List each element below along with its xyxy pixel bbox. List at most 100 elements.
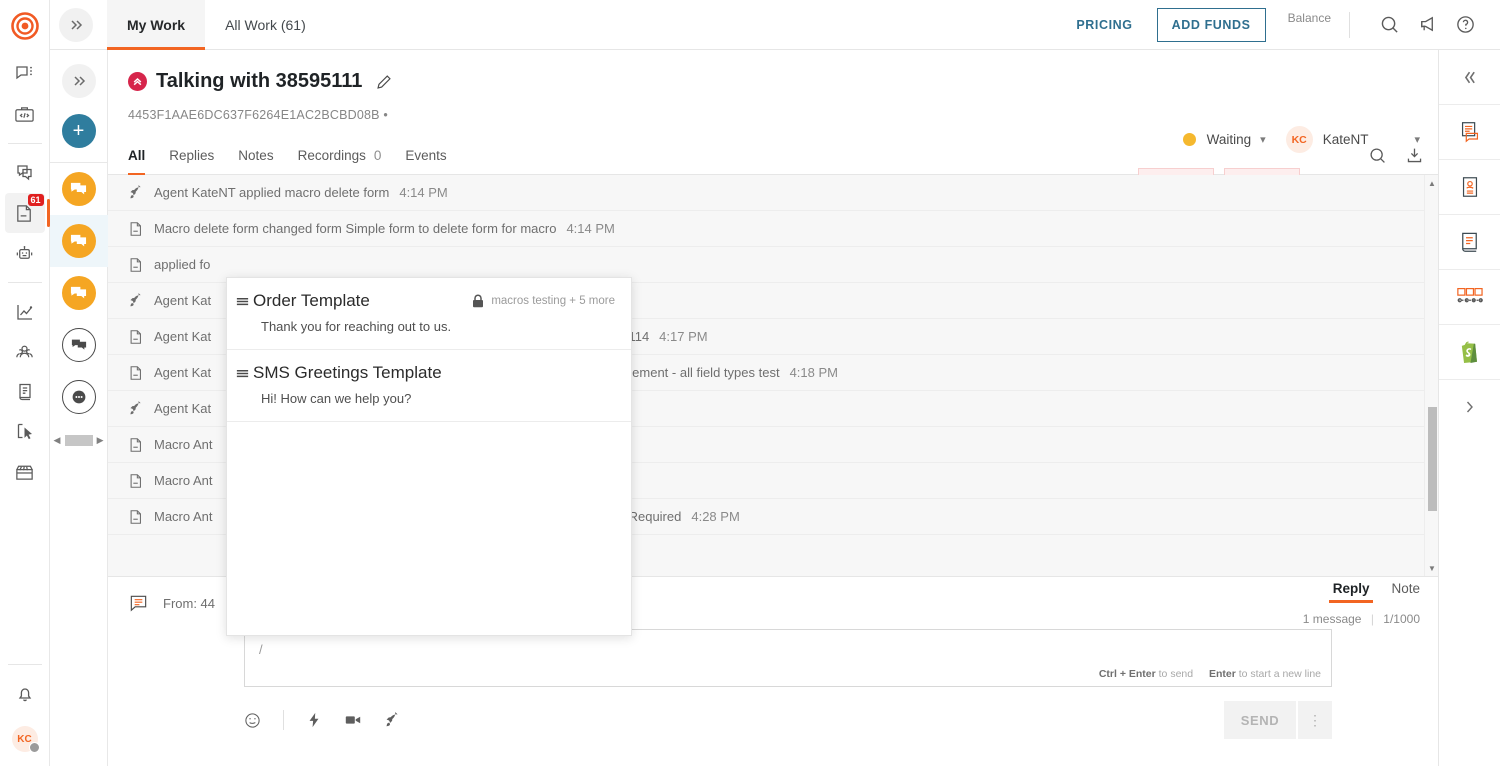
pencil-edit-icon[interactable]	[375, 73, 393, 91]
conversation-item[interactable]	[50, 319, 108, 371]
collapse-right-panel-button[interactable]	[1439, 50, 1500, 104]
conversation-item[interactable]	[50, 267, 108, 319]
sidebar-item-storefront[interactable]	[5, 452, 45, 492]
sidebar-item-chat[interactable]	[5, 54, 45, 94]
assignee-name[interactable]: KateNT	[1323, 132, 1369, 147]
conversation-bubble-icon	[62, 276, 96, 310]
pricing-button[interactable]: PRICING	[1068, 18, 1140, 32]
character-count: 1/1000	[1383, 612, 1420, 626]
conversation-details-icon[interactable]	[1439, 105, 1500, 159]
sidebar-item-developer[interactable]	[5, 94, 45, 134]
composer-mode: Reply Note 1 message | 1/1000	[1303, 581, 1420, 626]
app-logo-icon[interactable]	[11, 12, 39, 40]
message-input[interactable]: / Ctrl + Enter to send Enter to start a …	[244, 629, 1332, 687]
message-count: 1 message	[1303, 612, 1362, 626]
macro-item[interactable]: Order Template macros testing + 5 more T…	[227, 278, 631, 350]
lock-icon	[472, 294, 484, 308]
tab-all-work-label: All Work (61)	[225, 17, 306, 33]
announcement-icon[interactable]	[1410, 8, 1444, 42]
scroll-down-arrow-icon[interactable]: ▼	[1427, 562, 1437, 574]
scroll-thumb[interactable]	[65, 435, 93, 446]
sidebar-item-knowledge-base[interactable]	[5, 372, 45, 412]
log-text: Macro Ant	[154, 437, 213, 452]
hint-newline-key: Enter	[1209, 668, 1236, 680]
hint-send-key: Ctrl + Enter	[1099, 668, 1156, 680]
knowledge-book-icon[interactable]	[1439, 215, 1500, 269]
tab-note[interactable]: Note	[1391, 581, 1420, 603]
macro-rocket-icon[interactable]	[384, 712, 400, 728]
log-row[interactable]: Macro delete form changed form Simple fo…	[108, 211, 1424, 247]
scroll-right-arrow-icon[interactable]: ▶	[97, 435, 104, 446]
sidebar-item-contacts[interactable]	[5, 332, 45, 372]
macro-item[interactable]: SMS Greetings Template Hi! How can we he…	[227, 350, 631, 422]
log-text: Macro Ant	[154, 509, 213, 524]
sidebar-item-inbox[interactable]: 61	[5, 193, 45, 233]
nav-group-tools	[0, 292, 49, 492]
assignee-chevron-down-icon[interactable]: ▾	[1414, 133, 1420, 146]
conversation-item[interactable]	[50, 371, 108, 423]
app-root: 61	[0, 0, 1500, 766]
tab-notes[interactable]: Notes	[238, 137, 273, 175]
log-time: 4:18 PM	[790, 365, 838, 380]
contact-card-icon[interactable]	[1439, 160, 1500, 214]
emoji-icon[interactable]	[244, 712, 261, 729]
more-vertical-icon[interactable]: ⋮	[1298, 701, 1332, 739]
meta-divider: |	[1371, 612, 1374, 626]
conversation-rail-expand-button[interactable]	[62, 64, 96, 98]
conversation-item-selected[interactable]	[50, 215, 108, 267]
expand-right-panel-button[interactable]	[1439, 380, 1500, 434]
tab-replies[interactable]: Replies	[169, 137, 214, 175]
conversation-rail: +	[50, 50, 108, 766]
nav-divider-2	[8, 282, 42, 283]
conversation-bubble-icon	[62, 224, 96, 258]
shopify-icon[interactable]	[1439, 325, 1500, 379]
message-input-value: /	[259, 642, 263, 657]
status-chevron-down-icon[interactable]: ▾	[1260, 133, 1266, 146]
top-bar-divider	[1349, 12, 1350, 38]
new-conversation-button[interactable]: +	[62, 114, 96, 148]
journey-timeline-icon[interactable]	[1439, 270, 1500, 324]
status-badge[interactable]: Waiting	[1207, 132, 1252, 147]
macro-name: SMS Greetings Template	[253, 363, 442, 383]
composer-actions: SEND ⋮	[1224, 701, 1332, 739]
sidebar-item-bot[interactable]	[5, 233, 45, 273]
conversation-item[interactable]	[50, 163, 108, 215]
tab-events[interactable]: Events	[405, 137, 446, 175]
tab-recordings[interactable]: Recordings 0	[298, 137, 382, 175]
top-bar: My Work All Work (61) PRICING ADD FUNDS …	[50, 0, 1500, 50]
send-button[interactable]: SEND	[1224, 701, 1296, 739]
log-text: Agent KateNT applied macro delete form	[154, 185, 389, 200]
scroll-up-arrow-icon[interactable]: ▲	[1427, 177, 1437, 189]
conversation-reference-id: 4453F1AAE6DC637F6264E1AC2BCBD08B •	[128, 108, 1438, 122]
tab-all-work[interactable]: All Work (61)	[205, 0, 326, 50]
macro-icon	[128, 329, 150, 345]
tab-notes-label: Notes	[238, 148, 273, 163]
tab-my-work[interactable]: My Work	[107, 0, 205, 50]
conversation-rail-scrollbar[interactable]: ◀ ▶	[54, 433, 104, 447]
macro-icon	[128, 473, 150, 489]
notification-bell-icon[interactable]	[5, 674, 45, 714]
search-icon[interactable]	[1372, 8, 1406, 42]
log-row[interactable]: Agent KateNT applied macro delete form 4…	[108, 175, 1424, 211]
activity-log-scrollbar[interactable]: ▲ ▼	[1424, 175, 1438, 576]
sidebar-item-conversations[interactable]	[5, 153, 45, 193]
hint-send-text: to send	[1159, 668, 1193, 680]
sidebar-item-cursor-select[interactable]	[5, 412, 45, 452]
expand-nav-button[interactable]	[59, 8, 93, 42]
sidebar-item-analytics[interactable]	[5, 292, 45, 332]
scroll-left-arrow-icon[interactable]: ◀	[54, 435, 61, 446]
nav-divider-1	[8, 143, 42, 144]
scroll-thumb[interactable]	[1428, 407, 1437, 511]
composer-from[interactable]: From: 44	[128, 593, 215, 614]
macro-preview-text: Thank you for reaching out to us.	[261, 319, 615, 334]
balance-label: Balance	[1288, 11, 1331, 25]
tab-all[interactable]: All	[128, 137, 145, 175]
quick-action-icon[interactable]	[306, 712, 322, 728]
help-icon[interactable]	[1448, 8, 1482, 42]
video-call-icon[interactable]	[344, 711, 362, 729]
macro-icon	[128, 221, 150, 237]
tab-reply[interactable]: Reply	[1333, 581, 1370, 603]
composer-mode-tabs: Reply Note	[1303, 581, 1420, 603]
user-avatar[interactable]: KC	[12, 726, 38, 752]
add-funds-button[interactable]: ADD FUNDS	[1157, 8, 1266, 42]
